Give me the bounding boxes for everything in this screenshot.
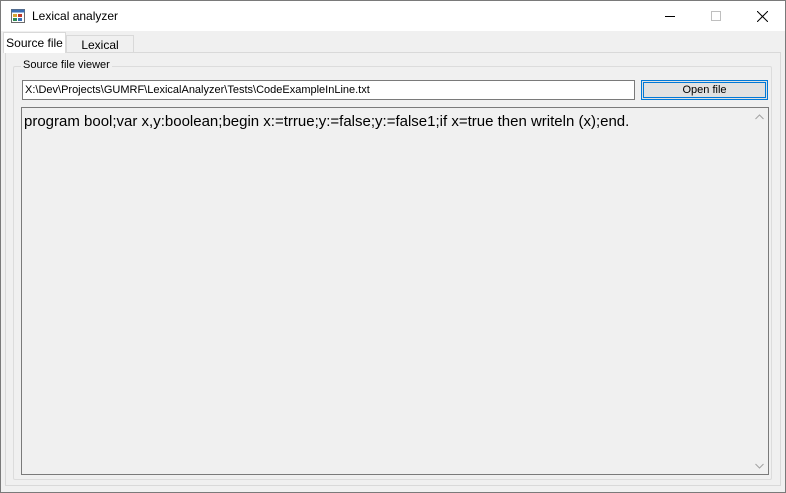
group-label: Source file viewer [21,59,112,71]
source-text-viewer[interactable]: program bool;var x,y:boolean;begin x:=tr… [21,107,769,475]
file-path-input[interactable] [22,80,635,100]
maximize-button[interactable] [693,1,739,31]
main-window: Lexical analyzer Source file Lexical tab… [0,0,786,493]
source-file-viewer-group: Source file viewer Open file program boo… [13,59,772,480]
open-file-button[interactable]: Open file [641,80,768,100]
scroll-down-button[interactable] [751,457,768,474]
minimize-icon [665,16,675,17]
scroll-up-button[interactable] [751,108,768,125]
tab-source-file[interactable]: Source file [3,32,66,53]
tab-lexical-table[interactable]: Lexical table [66,35,134,66]
chevron-down-icon [755,463,764,469]
app-window-icon [11,9,25,23]
vertical-scrollbar[interactable] [751,108,768,474]
tab-strip: Source file Lexical table [1,31,785,66]
minimize-button[interactable] [647,1,693,31]
maximize-icon [711,11,721,21]
window-title: Lexical analyzer [32,9,119,23]
title-bar[interactable]: Lexical analyzer [1,1,785,31]
source-code-text: program bool;var x,y:boolean;begin x:=tr… [24,113,630,130]
chevron-up-icon [755,113,764,119]
close-icon [756,10,768,22]
source-file-tab-page: Source file viewer Open file program boo… [5,52,781,486]
close-button[interactable] [739,1,785,31]
